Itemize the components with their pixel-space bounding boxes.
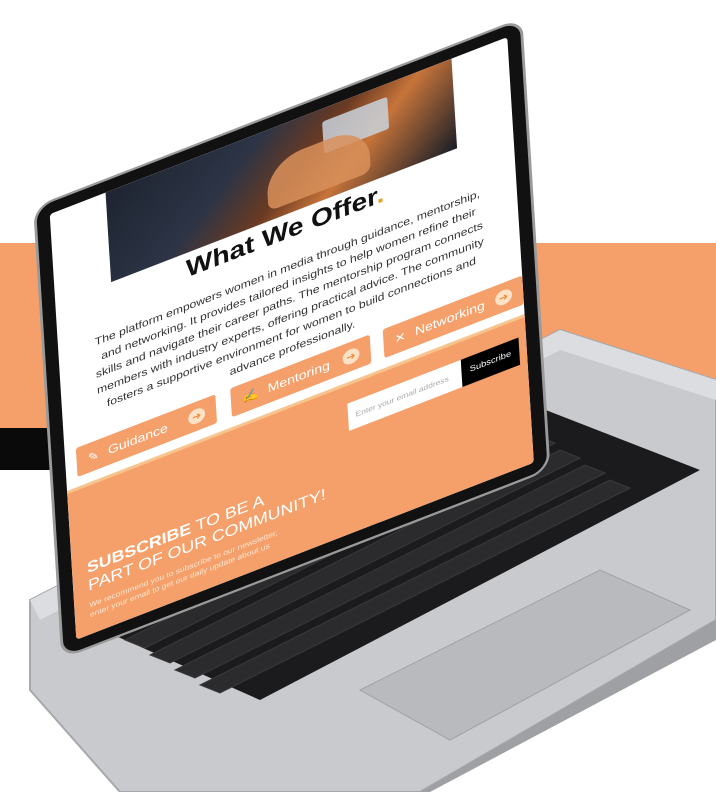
pen-check-icon: ✎	[87, 447, 100, 465]
mentor-icon: ✍	[241, 385, 259, 405]
email-input[interactable]: Enter your email address	[347, 359, 463, 431]
subscribe-button[interactable]: Subscribe	[460, 337, 521, 388]
offer-button-label: Guidance	[107, 420, 169, 458]
arrow-right-icon: ➜	[187, 405, 206, 427]
arrow-right-icon: ➜	[342, 346, 360, 367]
page-title-dot: .	[375, 180, 385, 210]
offer-button-label: Mentoring	[267, 357, 331, 396]
arrow-right-icon: ➜	[494, 286, 513, 308]
network-icon: ✕	[394, 328, 407, 346]
